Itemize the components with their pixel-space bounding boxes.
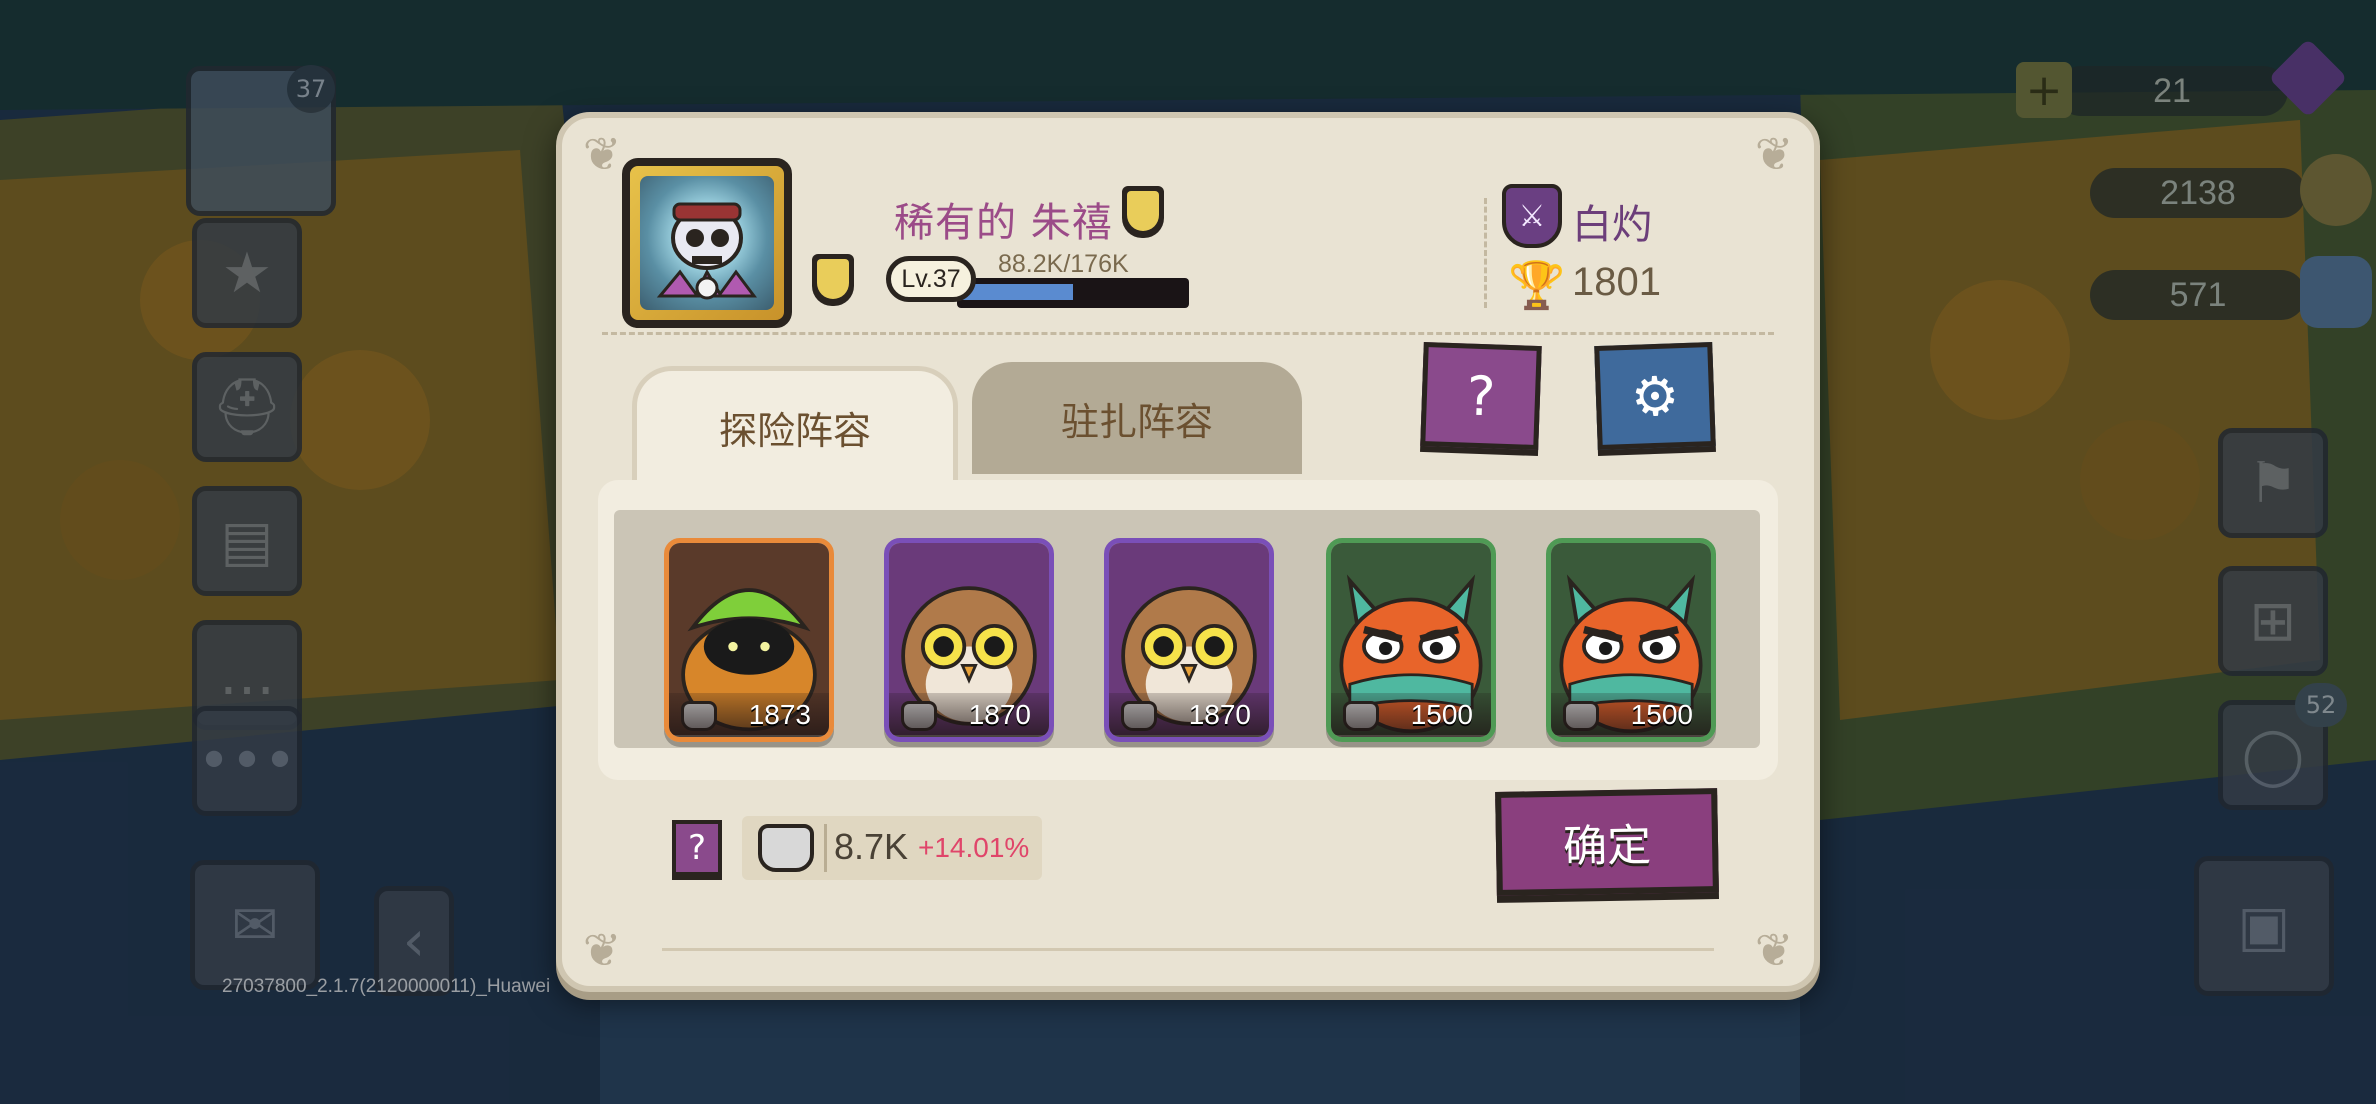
question-icon: ?: [1465, 364, 1497, 428]
question-icon: ?: [687, 828, 707, 868]
power-help-button[interactable]: ?: [672, 820, 722, 876]
rank-badge-icon: [812, 254, 854, 306]
trophy-count: 1801: [1572, 260, 1661, 304]
hero-card-3[interactable]: 1870: [1104, 538, 1274, 742]
gear-icon: ⚙: [1629, 363, 1681, 429]
confirm-button[interactable]: 确定: [1495, 788, 1719, 896]
player-avatar[interactable]: [622, 158, 792, 328]
player-level: Lv.37: [886, 256, 976, 302]
hero-power: 1500: [1551, 693, 1711, 737]
divider: [662, 948, 1714, 951]
hero-power: 1873: [669, 693, 829, 737]
guild-crest-icon[interactable]: ⚔: [1502, 184, 1562, 248]
player-name: 稀有的 朱禧: [894, 200, 1113, 246]
guild-name[interactable]: 白灼: [1572, 192, 1652, 250]
tab-station-lineup[interactable]: 驻扎阵容: [972, 362, 1302, 474]
team-power-total: 8.7K: [834, 826, 909, 867]
skull-pirate-icon: [656, 202, 757, 300]
team-power-bonus: +14.01%: [918, 832, 1030, 863]
title-badge-icon: [1122, 186, 1164, 238]
hero-card-4[interactable]: 1500: [1326, 538, 1496, 742]
trophy-icon: 🏆: [1508, 258, 1566, 312]
xp-text: 88.2K/176K: [998, 250, 1129, 278]
xp-bar: [957, 278, 1189, 308]
tab-adventure-lineup[interactable]: 探险阵容: [632, 366, 958, 484]
hero-power: 1500: [1331, 693, 1491, 737]
hero-card-1[interactable]: 1873: [664, 538, 834, 742]
corner-ornament: ❦: [1754, 923, 1794, 977]
divider: [1484, 198, 1487, 308]
corner-ornament: ❦: [582, 127, 622, 181]
help-button[interactable]: ?: [1420, 341, 1542, 451]
hero-power: 1870: [889, 693, 1049, 737]
divider: [824, 824, 827, 872]
hero-power: 1870: [1109, 693, 1269, 737]
settings-button[interactable]: ⚙: [1594, 341, 1716, 451]
divider: [602, 332, 1774, 335]
hero-card-2[interactable]: 1870: [884, 538, 1054, 742]
corner-ornament: ❦: [1754, 127, 1794, 181]
corner-ornament: ❦: [582, 923, 622, 977]
team-lineup-dialog: ❦ ❦ ❦ ❦ 稀有的 朱禧 88.2K/176K Lv.37 ⚔ 白灼 🏆 1…: [556, 112, 1820, 992]
fist-icon: [758, 824, 814, 872]
hero-card-5[interactable]: 1500: [1546, 538, 1716, 742]
